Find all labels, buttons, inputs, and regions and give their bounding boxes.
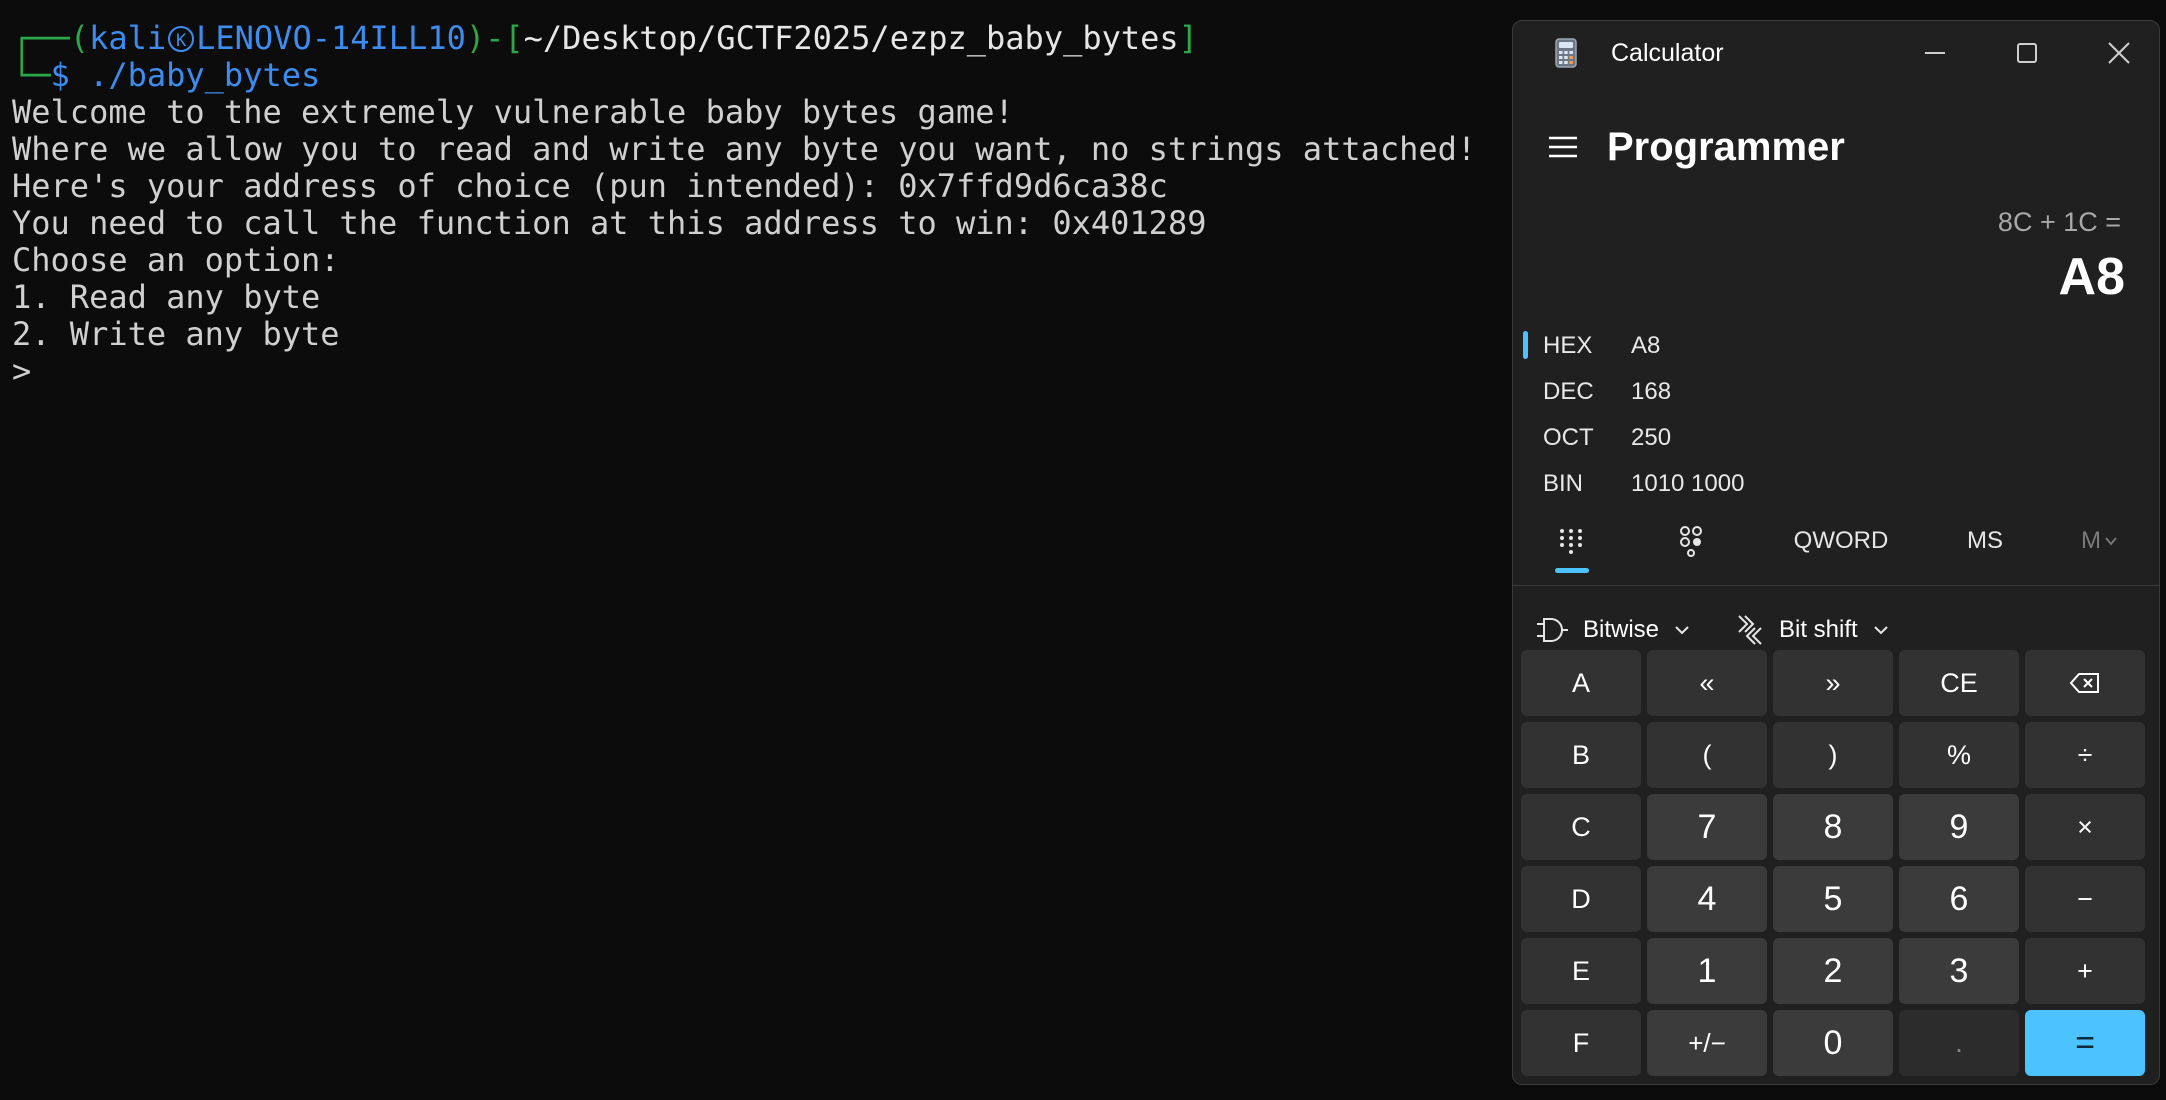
- prompt-frame-close: ]: [1178, 19, 1198, 57]
- terminal-output-line: 1. Read any byte: [12, 278, 321, 316]
- terminal-prompt-line: ┌──(kali K LENOVO-14ILL10)-[~/Desktop/GCTF…: [12, 20, 1198, 57]
- active-tab-indicator: [1555, 568, 1589, 573]
- key-multiply[interactable]: ×: [2025, 794, 2145, 860]
- key-right-shift[interactable]: »: [1773, 650, 1893, 716]
- key-0[interactable]: 0: [1773, 1010, 1893, 1076]
- close-icon: [2108, 42, 2130, 64]
- minimize-button[interactable]: [1905, 31, 1965, 75]
- base-label: BIN: [1543, 470, 1584, 497]
- chevron-down-icon: [1873, 626, 1888, 635]
- navigation-menu-button[interactable]: [1543, 127, 1583, 167]
- terminal-window[interactable]: ┌──(kali K LENOVO-14ILL10)-[~/Desktop/GCTF…: [0, 0, 1510, 1100]
- key-6[interactable]: 6: [1899, 866, 2019, 932]
- expression-display: 8C + 1C =: [1997, 207, 2121, 237]
- terminal-output-line: You need to call the function at this ad…: [12, 204, 1207, 242]
- terminal-command-line: └─$ ./baby_bytes: [12, 57, 320, 94]
- prompt-corner: └─: [12, 56, 51, 94]
- key-5[interactable]: 5: [1773, 866, 1893, 932]
- calculator-app-icon: [1555, 38, 1577, 68]
- base-row-dec[interactable]: DEC 168: [1513, 369, 2159, 415]
- title-bar[interactable]: Calculator: [1513, 21, 2159, 85]
- terminal-output-line: 2. Write any byte: [12, 315, 340, 353]
- terminal-command: ./baby_bytes: [69, 56, 321, 94]
- terminal-output-line: Here's your address of choice (pun inten…: [12, 167, 1168, 205]
- bit-shift-icon: [1738, 615, 1762, 645]
- key-clear-entry[interactable]: CE: [1899, 650, 2019, 716]
- calculator-window: Calculator Programmer 8C + 1C = A8 HEX A…: [1512, 20, 2160, 1085]
- bitwise-label: Bitwise: [1583, 616, 1660, 643]
- key-1[interactable]: 1: [1647, 938, 1767, 1004]
- key-divide[interactable]: ÷: [2025, 722, 2145, 788]
- terminal-output-line: Where we allow you to read and write any…: [12, 130, 1477, 168]
- minimize-icon: [1925, 52, 1945, 54]
- key-add[interactable]: +: [2025, 938, 2145, 1004]
- key-open-paren[interactable]: (: [1647, 722, 1767, 788]
- key-b[interactable]: B: [1521, 722, 1641, 788]
- bit-shift-dropdown[interactable]: Bit shift: [1735, 605, 1892, 655]
- prompt-dollar: $: [50, 56, 70, 94]
- base-label: DEC: [1543, 378, 1594, 405]
- memory-store-button[interactable]: MS: [1945, 513, 2025, 569]
- key-equals[interactable]: =: [2025, 1010, 2145, 1076]
- key-decimal: .: [1899, 1010, 2019, 1076]
- maximize-button[interactable]: [1997, 31, 2057, 75]
- terminal-output-line: Choose an option:: [12, 241, 340, 279]
- base-row-hex[interactable]: HEX A8: [1513, 323, 2159, 369]
- backspace-icon: [2069, 673, 2099, 693]
- mode-title: Programmer: [1607, 125, 1845, 169]
- result-display: A8: [2058, 248, 2125, 306]
- key-4[interactable]: 4: [1647, 866, 1767, 932]
- key-d[interactable]: D: [1521, 866, 1641, 932]
- key-9[interactable]: 9: [1899, 794, 2019, 860]
- base-label: OCT: [1543, 424, 1594, 451]
- logic-gate-icon: [1537, 618, 1568, 642]
- close-button[interactable]: [2089, 31, 2149, 75]
- window-title: Calculator: [1611, 39, 1724, 67]
- base-value: A8: [1631, 332, 1661, 359]
- kali-icon: K: [168, 26, 195, 52]
- memory-dropdown-button: M: [2065, 513, 2135, 569]
- key-3[interactable]: 3: [1899, 938, 2019, 1004]
- key-modulo[interactable]: %: [1899, 722, 2019, 788]
- selected-indicator: [1523, 331, 1528, 359]
- keypad-grid-icon: [1560, 529, 1582, 554]
- base-row-oct[interactable]: OCT 250: [1513, 415, 2159, 461]
- key-8[interactable]: 8: [1773, 794, 1893, 860]
- maximize-icon: [2017, 43, 2037, 63]
- full-keypad-tab[interactable]: [1543, 513, 1599, 569]
- key-subtract[interactable]: −: [2025, 866, 2145, 932]
- chevron-down-icon: [1675, 626, 1689, 635]
- prompt-user: kali: [89, 19, 167, 57]
- bit-toggle-icon: [1680, 526, 1702, 557]
- hamburger-menu-icon: [1549, 136, 1577, 158]
- word-size-button[interactable]: QWORD: [1781, 513, 1901, 569]
- key-c[interactable]: C: [1521, 794, 1641, 860]
- prompt-frame-open: ┌──(: [12, 19, 90, 57]
- terminal-output-line: Welcome to the extremely vulnerable baby…: [12, 93, 1014, 131]
- base-value: 250: [1631, 424, 1672, 451]
- key-e[interactable]: E: [1521, 938, 1641, 1004]
- base-value: 168: [1631, 378, 1672, 405]
- base-label: HEX: [1543, 332, 1593, 359]
- terminal-input-prompt[interactable]: >: [12, 353, 31, 390]
- bit-toggling-keypad-tab[interactable]: [1663, 513, 1719, 569]
- prompt-separator: )-[: [465, 19, 524, 57]
- bitwise-dropdown[interactable]: Bitwise: [1535, 605, 1693, 655]
- key-left-shift[interactable]: «: [1647, 650, 1767, 716]
- key-backspace[interactable]: [2025, 650, 2145, 716]
- bit-shift-label: Bit shift: [1779, 616, 1858, 643]
- prompt-host: LENOVO-14ILL10: [196, 19, 466, 57]
- prompt-path: ~/Desktop/GCTF2025/ezpz_baby_bytes: [523, 19, 1179, 57]
- key-negate[interactable]: +/−: [1647, 1010, 1767, 1076]
- base-row-bin[interactable]: BIN 1010 1000: [1513, 461, 2159, 507]
- key-a[interactable]: A: [1521, 650, 1641, 716]
- memory-label: M: [2081, 527, 2101, 554]
- divider: [1513, 585, 2159, 586]
- base-value: 1010 1000: [1631, 470, 1745, 497]
- key-close-paren[interactable]: ): [1773, 722, 1893, 788]
- chevron-down-icon: [2105, 537, 2117, 546]
- key-f[interactable]: F: [1521, 1010, 1641, 1076]
- key-2[interactable]: 2: [1773, 938, 1893, 1004]
- key-7[interactable]: 7: [1647, 794, 1767, 860]
